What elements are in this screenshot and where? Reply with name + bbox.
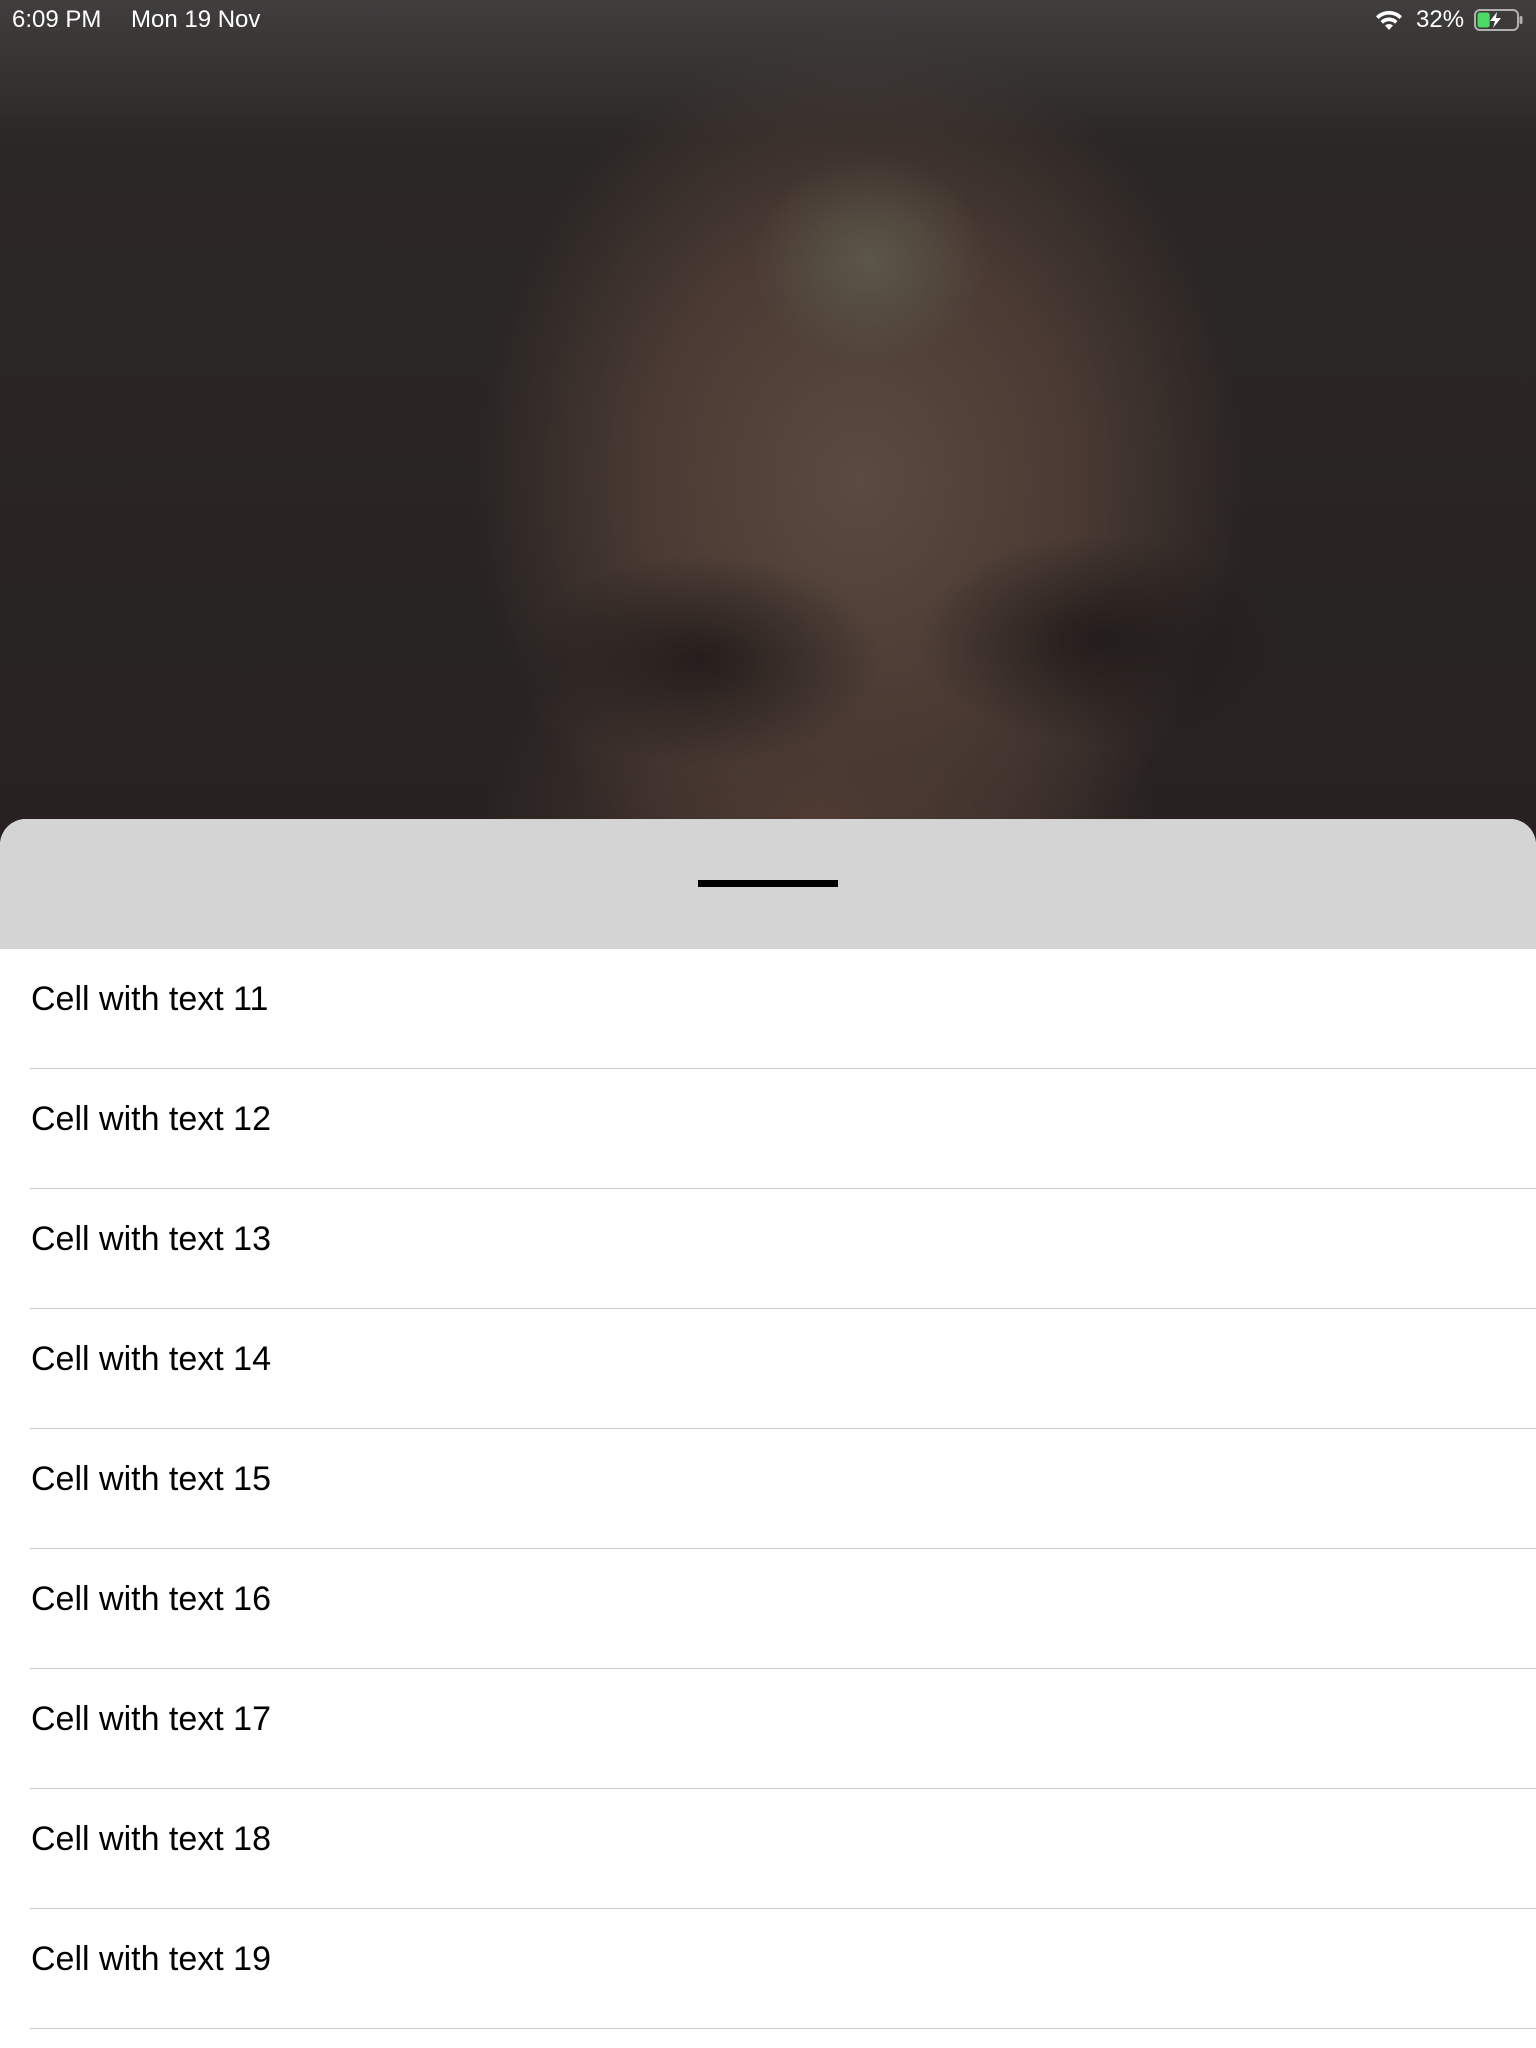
cell-label: Cell with text 13 [31,1220,271,1258]
cell-label: Cell with text 12 [31,1100,271,1138]
list-item[interactable]: Cell with text 16 [0,1549,1536,1669]
cell-label: Cell with text 15 [31,1460,271,1498]
cell-label: Cell with text 14 [31,1340,271,1378]
battery-percent: 32% [1416,6,1465,33]
list-item[interactable]: Cell with text 14 [0,1309,1536,1429]
cell-list[interactable]: Cell with text 11 Cell with text 12 Cell… [0,949,1536,2029]
list-item[interactable]: Cell with text 19 [0,1909,1536,2029]
cell-label: Cell with text 19 [31,1940,271,1978]
battery-charging-icon [1474,9,1523,31]
list-item[interactable]: Cell with text 17 [0,1669,1536,1789]
cell-label: Cell with text 18 [31,1820,271,1858]
bottom-sheet[interactable]: Cell with text 11 Cell with text 12 Cell… [0,819,1536,2048]
cell-label: Cell with text 11 [31,980,269,1018]
status-date: Mon 19 Nov [131,6,261,33]
screen: 6:09 PM Mon 19 Nov 32% Cell with text 11… [0,0,1536,2048]
wifi-icon [1376,10,1402,30]
sheet-header[interactable] [0,819,1536,949]
status-bar: 6:09 PM Mon 19 Nov 32% [0,0,1536,40]
cell-label: Cell with text 17 [31,1700,271,1738]
list-item[interactable]: Cell with text 15 [0,1429,1536,1549]
status-time: 6:09 PM [12,6,102,33]
list-item[interactable]: Cell with text 18 [0,1789,1536,1909]
list-item[interactable]: Cell with text 12 [0,1069,1536,1189]
cell-label: Cell with text 16 [31,1580,271,1618]
drag-handle-icon[interactable] [698,880,838,887]
list-item[interactable]: Cell with text 13 [0,1189,1536,1309]
list-item[interactable]: Cell with text 11 [0,949,1536,1069]
cell-separator [30,2028,1536,2029]
